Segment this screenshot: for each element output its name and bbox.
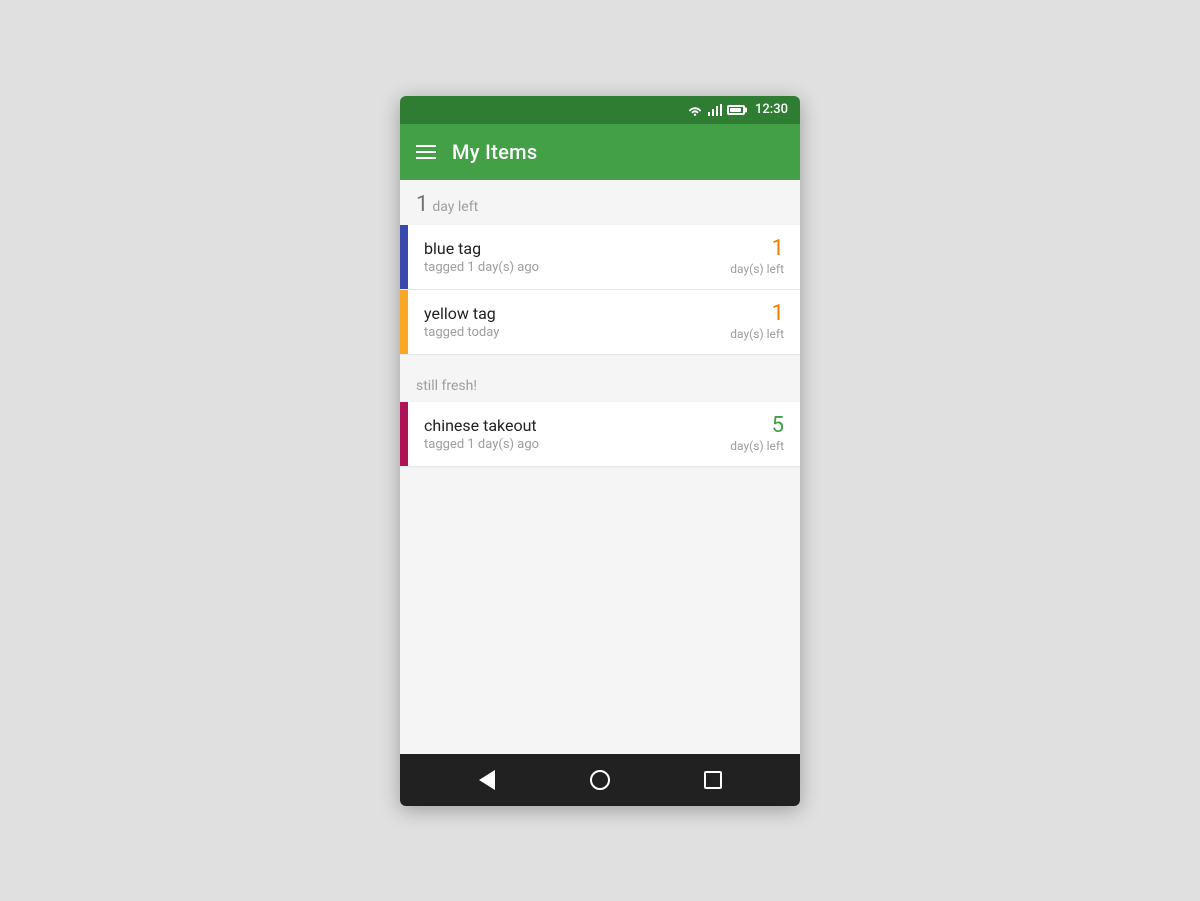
back-icon	[479, 770, 495, 790]
status-time: 12:30	[755, 102, 788, 117]
phone-frame: 12:30 My Items 1day left blue tag tagged…	[400, 96, 800, 806]
fresh-label: still fresh!	[416, 378, 477, 394]
home-button[interactable]	[582, 762, 618, 798]
days-count: 1	[772, 303, 784, 325]
signal-icon	[708, 104, 722, 116]
days-label: day(s) left	[730, 327, 784, 341]
menu-button[interactable]	[416, 145, 436, 159]
back-button[interactable]	[469, 762, 505, 798]
home-icon	[590, 770, 610, 790]
section-expiring-header: 1day left	[400, 180, 800, 225]
wifi-icon	[687, 103, 703, 117]
list-item[interactable]: yellow tag tagged today 1 day(s) left	[400, 290, 800, 354]
status-icons	[687, 103, 745, 117]
days-label: day(s) left	[730, 262, 784, 276]
recents-button[interactable]	[695, 762, 731, 798]
navigation-bar	[400, 754, 800, 806]
days-count: 5	[772, 415, 784, 437]
expiring-count: 1	[416, 192, 428, 217]
content-area: 1day left blue tag tagged 1 day(s) ago 1…	[400, 180, 800, 754]
status-bar: 12:30	[400, 96, 800, 124]
battery-icon	[727, 105, 745, 115]
days-label: day(s) left	[730, 439, 784, 453]
list-item[interactable]: blue tag tagged 1 day(s) ago 1 day(s) le…	[400, 225, 800, 289]
blue-tag-stripe	[400, 225, 408, 289]
item-tagged: tagged today	[424, 325, 698, 340]
item-tagged: tagged 1 day(s) ago	[424, 260, 698, 275]
days-count: 1	[772, 238, 784, 260]
app-bar: My Items	[400, 124, 800, 180]
app-title: My Items	[452, 140, 537, 164]
list-item[interactable]: chinese takeout tagged 1 day(s) ago 5 da…	[400, 402, 800, 466]
section-fresh-header: still fresh!	[400, 363, 800, 402]
item-name: yellow tag	[424, 304, 698, 323]
yellow-tag-stripe	[400, 290, 408, 354]
recents-icon	[704, 771, 722, 789]
item-name: chinese takeout	[424, 416, 698, 435]
item-tagged: tagged 1 day(s) ago	[424, 437, 698, 452]
pink-tag-stripe	[400, 402, 408, 466]
item-name: blue tag	[424, 239, 698, 258]
expiring-label: day left	[432, 199, 478, 215]
